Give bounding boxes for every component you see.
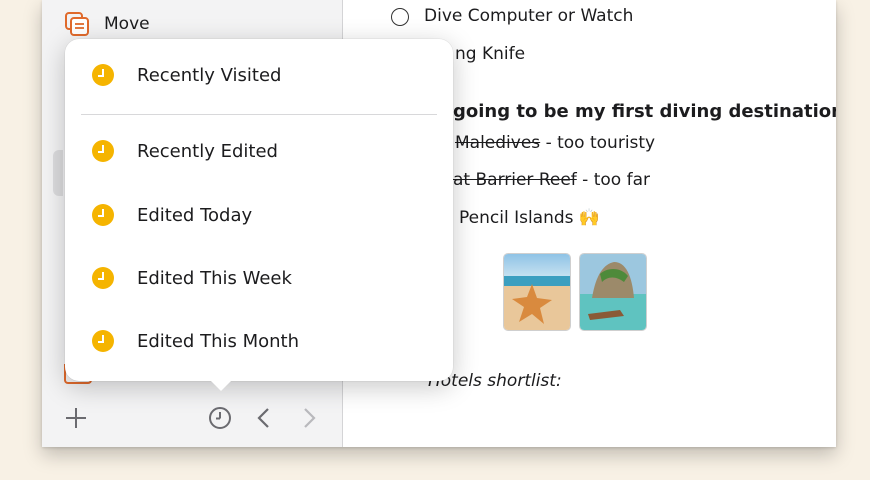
menu-item-label: Edited Today [137,204,253,226]
struck-option: at Barrier Reef [453,170,577,190]
list-item: Pencil Islands 🙌 [459,208,601,228]
checkbox-circle-icon[interactable] [391,8,409,26]
chevron-left-icon [257,408,269,428]
sidebar-toolbar [42,394,342,447]
list-item: ng Knife [455,44,526,64]
struck-option: Maledives [455,133,541,153]
history-button[interactable] [206,404,234,432]
history-popover: Recently Visited Recently Edited Edited … [65,39,453,391]
sidebar-item-move[interactable]: Move [64,8,150,40]
popover-arrow [207,377,235,391]
clock-icon [92,204,114,226]
clock-icon [209,407,231,429]
menu-item-recently-visited[interactable]: Recently Visited [65,50,453,100]
back-button[interactable] [252,404,276,432]
rock-island-image[interactable] [579,253,647,331]
list-item: Maledives - too touristy [455,133,655,153]
move-notes-icon [65,12,89,36]
clock-icon [92,267,114,289]
menu-item-label: Edited This Week [137,267,292,289]
menu-item-label: Recently Edited [137,140,278,162]
option-note: - too touristy [540,133,656,153]
menu-item-label: Edited This Month [137,330,299,352]
clock-icon [92,140,114,162]
menu-divider [81,114,437,115]
clock-icon [92,330,114,352]
menu-item-label: Recently Visited [137,64,282,86]
menu-item-edited-this-month[interactable]: Edited This Month [65,316,453,366]
forward-button[interactable] [297,404,321,432]
note-heading: going to be my first diving destination? [453,101,836,122]
menu-item-recently-edited[interactable]: Recently Edited [65,126,453,176]
clock-icon [92,64,114,86]
todo-item-text: Dive Computer or Watch [424,6,634,26]
starfish-beach-image[interactable] [503,253,571,331]
list-item: at Barrier Reef - too far [453,170,650,190]
option-note: - too far [576,170,650,190]
menu-item-edited-this-week[interactable]: Edited This Week [65,253,453,303]
menu-item-edited-today[interactable]: Edited Today [65,190,453,240]
add-button[interactable] [62,404,90,432]
selected-row-highlight [53,150,63,196]
chevron-right-icon [304,408,316,428]
sidebar-item-label: Move [104,14,150,34]
plus-icon [66,408,86,428]
